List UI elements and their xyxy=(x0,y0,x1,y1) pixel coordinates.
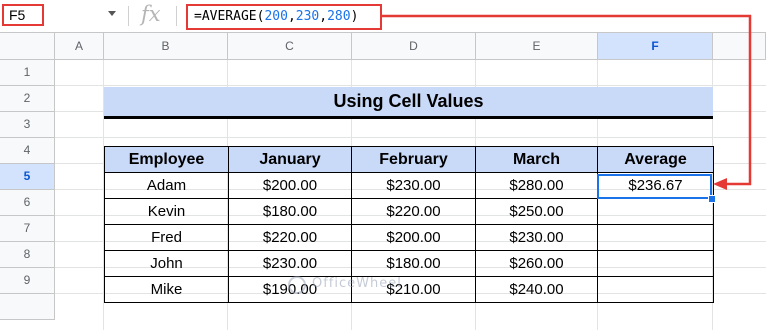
table-cell[interactable]: $230.00 xyxy=(351,172,476,199)
table-cell[interactable]: Kevin xyxy=(104,198,229,225)
table-row: Fred $220.00 $200.00 $230.00 xyxy=(104,224,714,251)
name-box-dropdown-icon[interactable] xyxy=(108,11,116,16)
fx-icon: fx xyxy=(141,2,161,26)
table-cell[interactable]: $250.00 xyxy=(475,198,598,225)
table-cell[interactable] xyxy=(597,198,714,225)
formula-suffix: ) xyxy=(350,9,359,24)
row-header-4[interactable]: 4 xyxy=(0,138,55,164)
header-january[interactable]: January xyxy=(228,146,352,173)
header-february[interactable]: February xyxy=(351,146,476,173)
table-cell[interactable]: Fred xyxy=(104,224,229,251)
row-header-3[interactable]: 3 xyxy=(0,112,55,138)
table-header-row: Employee January February March Average xyxy=(104,146,714,173)
table-cell[interactable]: Mike xyxy=(104,276,229,303)
table-cell[interactable]: $236.67 xyxy=(597,172,714,199)
gridline-row xyxy=(55,137,766,138)
table-cell[interactable] xyxy=(597,250,714,277)
table-row: Mike $190.00 $210.00 $240.00 xyxy=(104,276,714,303)
header-march[interactable]: March xyxy=(475,146,598,173)
formula-arg: 200 xyxy=(264,9,288,24)
data-table: Employee January February March Average … xyxy=(104,146,714,303)
formula-bar-divider xyxy=(176,6,177,26)
table-cell[interactable]: $200.00 xyxy=(228,172,352,199)
row-header-next[interactable] xyxy=(0,294,55,320)
column-header-next[interactable] xyxy=(713,33,766,60)
watermark: OfficeWheel xyxy=(312,276,402,291)
table-cell[interactable]: $220.00 xyxy=(351,198,476,225)
table-cell[interactable]: $280.00 xyxy=(475,172,598,199)
row-header-5[interactable]: 5 xyxy=(0,164,55,190)
table-cell[interactable]: $230.00 xyxy=(228,250,352,277)
sheet-title: Using Cell Values xyxy=(104,87,713,119)
formula-prefix: =AVERAGE( xyxy=(194,9,265,24)
table-cell[interactable]: $200.00 xyxy=(351,224,476,251)
column-header-a[interactable]: A xyxy=(55,33,104,60)
watermark-logo-icon xyxy=(288,276,306,294)
column-header-e[interactable]: E xyxy=(476,33,598,60)
formula-arg: 280 xyxy=(327,9,351,24)
column-header-b[interactable]: B xyxy=(104,33,228,60)
table-cell[interactable]: $240.00 xyxy=(475,276,598,303)
formula-bar: F5 fx =AVERAGE(200,230,280) xyxy=(0,0,766,33)
table-cell[interactable]: John xyxy=(104,250,229,277)
row-header-6[interactable]: 6 xyxy=(0,190,55,216)
table-cell[interactable]: $230.00 xyxy=(475,224,598,251)
column-header-f[interactable]: F xyxy=(598,33,713,60)
gridline-row xyxy=(55,85,766,86)
row-header-1[interactable]: 1 xyxy=(0,60,55,86)
table-cell[interactable] xyxy=(597,224,714,251)
formula-arg: 230 xyxy=(295,9,320,24)
header-average[interactable]: Average xyxy=(597,146,714,173)
table-cell[interactable] xyxy=(597,276,714,303)
table-row: Adam $200.00 $230.00 $280.00 $236.67 xyxy=(104,172,714,199)
table-row: Kevin $180.00 $220.00 $250.00 xyxy=(104,198,714,225)
header-employee[interactable]: Employee xyxy=(104,146,229,173)
table-cell[interactable]: $260.00 xyxy=(475,250,598,277)
table-cell[interactable]: Adam xyxy=(104,172,229,199)
table-cell[interactable]: $180.00 xyxy=(228,198,352,225)
row-header-2[interactable]: 2 xyxy=(0,86,55,112)
table-cell[interactable]: $220.00 xyxy=(228,224,352,251)
column-header-c[interactable]: C xyxy=(228,33,352,60)
table-row: John $230.00 $180.00 $260.00 xyxy=(104,250,714,277)
fill-handle[interactable] xyxy=(708,195,716,203)
row-header-8[interactable]: 8 xyxy=(0,242,55,268)
row-header-9[interactable]: 9 xyxy=(0,268,55,294)
select-all-corner[interactable] xyxy=(0,33,55,60)
formula-input[interactable]: =AVERAGE(200,230,280) xyxy=(186,4,382,30)
column-header-d[interactable]: D xyxy=(352,33,476,60)
row-header-7[interactable]: 7 xyxy=(0,216,55,242)
name-box[interactable]: F5 xyxy=(2,4,44,26)
table-cell[interactable]: $180.00 xyxy=(351,250,476,277)
formula-bar-divider xyxy=(128,6,129,26)
